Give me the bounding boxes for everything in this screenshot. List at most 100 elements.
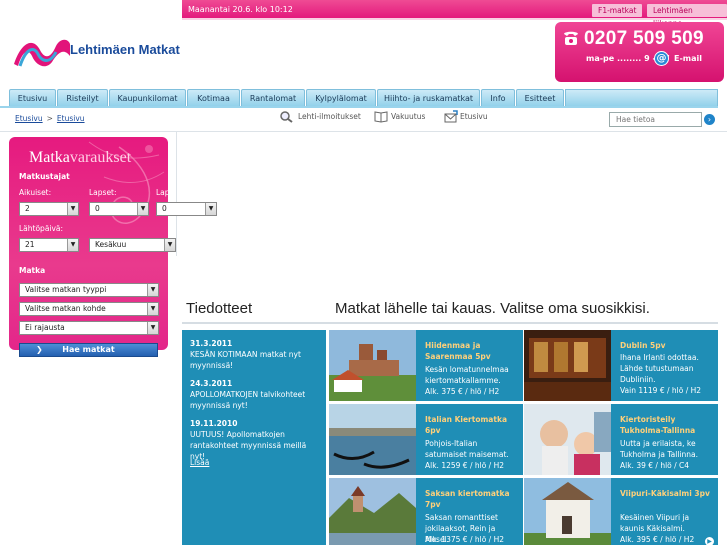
nav-underline (0, 106, 718, 108)
news-heading: Tiedotteet (186, 300, 253, 317)
tower-photo (524, 478, 611, 545)
divider (176, 131, 177, 256)
trip-price: Alk. 39 € / hlö / C4 (620, 461, 690, 470)
trip-description: Ihana Irlanti odottaa. Lähde tutustumaan… (620, 353, 699, 384)
news-date: 19.11.2010 (190, 419, 238, 428)
news-text: APOLLOMATKOJEN talvikohteet myynnissä ny… (190, 390, 306, 410)
tab-kotimaa[interactable]: Kotimaa (187, 89, 240, 107)
page: Maanantai 20.6. klo 10:12 F1-matkat Leht… (0, 0, 727, 545)
trip-card[interactable]: Italian Kiertomatka 6pv Pohjois-Italian … (329, 404, 523, 475)
at-icon[interactable]: @ (654, 51, 669, 66)
destination-select[interactable]: Valitse matkan kohde ▼ (19, 302, 159, 316)
trip-title: Viipuri-Käkisalmi 3pv (620, 489, 710, 498)
chevron-down-icon: ▼ (67, 203, 78, 215)
tab-risteilyt[interactable]: Risteilyt (57, 89, 108, 107)
search-input[interactable] (609, 112, 702, 127)
news-item[interactable]: 24.3.2011 APOLLOMATKOJEN talvikohteet my… (190, 378, 320, 411)
trip-card[interactable]: Viipuri-Käkisalmi 3pv Kesäinen Viipuri j… (524, 478, 718, 545)
tool-vakuutus[interactable]: Vakuutus (374, 110, 430, 124)
search-trips-button[interactable]: ❯ Hae matkat (19, 343, 158, 357)
trip-title: Italian Kiertomatka 6pv (425, 415, 508, 435)
limit-select[interactable]: Ei rajausta ▼ (19, 321, 159, 335)
children-label: Lapset: (89, 188, 117, 197)
trip-description: Pohjois-Italian satumaiset maisemat. (425, 439, 509, 459)
trip-price: Alk. 375 € / hlö / H2 (425, 387, 500, 396)
tool-lehti-ilmoitukset[interactable]: Lehti-ilmoitukset (279, 110, 361, 124)
pub-photo (524, 330, 611, 401)
date-label: Lähtöpäivä: (19, 224, 64, 233)
tab-hiihto-ja-ruskamatkat[interactable]: Hiihto- ja ruskamatkat (377, 89, 480, 107)
chevron-down-icon: ▼ (147, 322, 158, 334)
lehtimaen-liikenne-link[interactable]: Lehtimäen liikenne (647, 4, 727, 28)
chevron-down-icon: ▼ (147, 284, 158, 296)
rhine-castle-photo (329, 478, 416, 545)
trip-description: Kesän lomatunnelmaa kiertomatkallamme. (425, 365, 509, 385)
magnifier-icon (280, 111, 293, 123)
booking-title: Matkavaraukset (29, 149, 132, 166)
breadcrumb-item[interactable]: Etusivu (57, 114, 85, 123)
tool-label: Lehti-ilmoitukset (298, 112, 361, 121)
news-box: 31.3.2011 KESÄN KOTIMAAN matkat nyt myyn… (182, 330, 326, 545)
trip-card[interactable]: Kiertoristeily Tukholma-Tallinna Uutta j… (524, 404, 718, 475)
tab-info[interactable]: Info (481, 89, 515, 107)
news-item[interactable]: 19.11.2010 UUTUUS! Apollomatkojen rantak… (190, 418, 320, 462)
news-text: UUTUUS! Apollomatkojen rantakohteet myyn… (190, 430, 307, 461)
trip-price: Vain 1119 € / hlö / H2 (620, 386, 702, 395)
logo-mark-icon (14, 39, 70, 67)
f1-matkat-link[interactable]: F1-matkat (592, 4, 643, 17)
tab-esitteet[interactable]: Esitteet (516, 89, 564, 107)
trip-price: Alk. 395 € / hlö / H2 (620, 535, 695, 544)
email-link[interactable]: E-mail (674, 54, 702, 63)
trip-card[interactable]: Dublin 5pv Ihana Irlanti odottaa. Lähde … (524, 330, 718, 401)
top-strip-underline (182, 18, 727, 20)
news-date: 31.3.2011 (190, 339, 233, 348)
infants-label: Lap (156, 188, 170, 197)
gondola-photo (329, 404, 416, 475)
tab-kylpylalomat[interactable]: Kylpylälomat (306, 89, 376, 107)
day-select[interactable]: 21 ▼ (19, 238, 79, 252)
booking-panel: Matkavaraukset Matkustajat Aikuiset: Lap… (9, 137, 217, 357)
tool-label: Etusivu (460, 112, 488, 121)
adults-label: Aikuiset: (19, 188, 52, 197)
trip-price: Alk. 1375 € / hlö / H2 (425, 535, 504, 544)
news-more-link[interactable]: Lisää (190, 458, 209, 467)
chevron-down-icon: ▼ (205, 203, 216, 215)
trip-title: Hiidenmaa ja Saarenmaa 5pv (425, 341, 491, 361)
logo[interactable]: Lehtimäen Matkat (12, 36, 180, 70)
divider (0, 131, 727, 132)
tab-rantalomat[interactable]: Rantalomat (241, 89, 305, 107)
news-date: 24.3.2011 (190, 379, 233, 388)
tab-kaupunkilomat[interactable]: Kaupunkilomat (109, 89, 186, 107)
search-go-icon[interactable]: › (704, 114, 715, 125)
breadcrumb-item[interactable]: Etusivu (15, 114, 43, 123)
trip-title: Kiertoristeily Tukholma-Tallinna (620, 415, 696, 435)
nav-filler (565, 89, 718, 107)
chevron-down-icon: ▼ (67, 239, 78, 251)
castle-photo (329, 330, 416, 401)
trip-card[interactable]: Saksan kiertomatka 7pv Saksan romanttise… (329, 478, 523, 545)
contact-box: 0207 509 509 ma-pe ........ 9 - 17 @ E-m… (555, 22, 724, 82)
trip-type-select[interactable]: Valitse matkan tyyppi ▼ (19, 283, 159, 297)
tool-etusivu[interactable]: Etusivu (444, 110, 494, 124)
trip-price: Alk. 1259 € / hlö / H2 (425, 461, 504, 470)
trip-description: Uutta ja erilaista, ke Tukholma ja Talli… (620, 439, 698, 459)
tab-etusivu[interactable]: Etusivu (9, 89, 56, 107)
trip-card[interactable]: Hiidenmaa ja Saarenmaa 5pv Kesän lomatun… (329, 330, 523, 401)
month-select[interactable]: Kesäkuu ▼ (89, 238, 176, 252)
chevron-down-icon: ▼ (137, 203, 148, 215)
heading-underline (182, 322, 718, 324)
news-text: KESÄN KOTIMAAN matkat nyt myynnissä! (190, 350, 301, 370)
logo-text: Lehtimäen Matkat (70, 42, 180, 57)
children-select[interactable]: 0 ▼ (89, 202, 149, 216)
phone-number: 0207 509 509 (584, 28, 704, 49)
trip-title: Saksan kiertomatka 7pv (425, 489, 510, 509)
infants-select[interactable]: 0 ▼ (156, 202, 217, 216)
chevron-right-icon[interactable]: ▶ (705, 537, 714, 545)
chevron-down-icon: ▼ (147, 303, 158, 315)
telephone-icon (564, 31, 578, 45)
adults-select[interactable]: 2 ▼ (19, 202, 79, 216)
news-item[interactable]: 31.3.2011 KESÄN KOTIMAAN matkat nyt myyn… (190, 338, 320, 371)
tool-label: Vakuutus (391, 112, 426, 121)
datetime-text: Maanantai 20.6. klo 10:12 (188, 5, 293, 14)
trip-description: Kesäinen Viipuri ja kaunis Käkisalmi. (620, 513, 690, 533)
